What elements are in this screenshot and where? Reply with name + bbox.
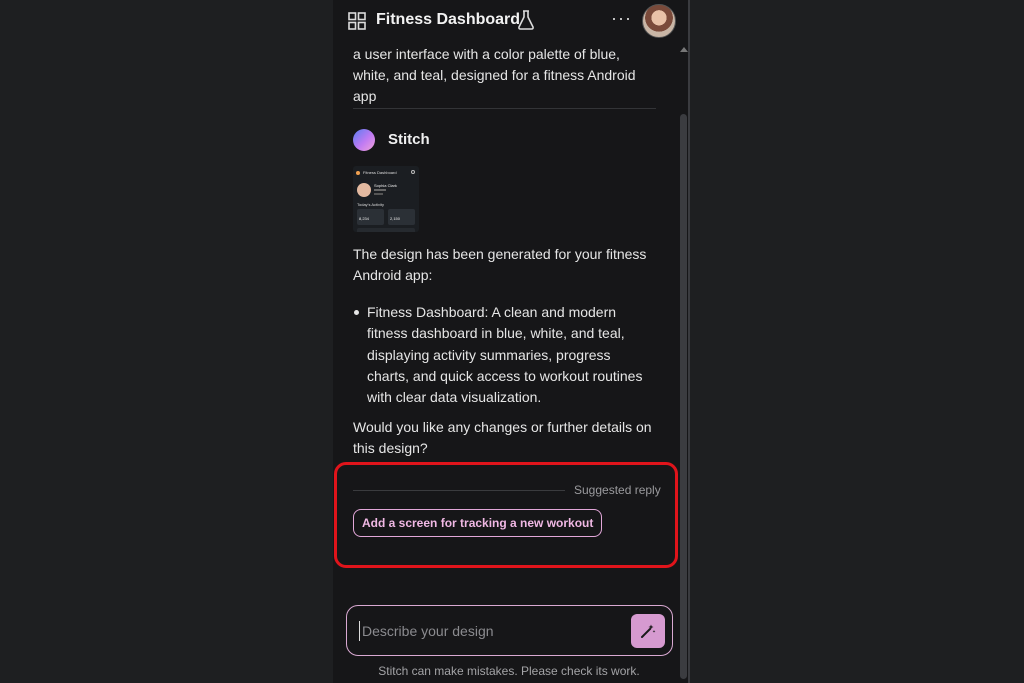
describe-design-input[interactable] xyxy=(359,621,622,641)
header-bar: Fitness Dashboard ··· xyxy=(333,0,690,42)
thumbnail-name: Sophia Clark xyxy=(374,183,397,188)
grid-icon[interactable] xyxy=(348,12,366,30)
bullet-list: Fitness Dashboard: A clean and modern fi… xyxy=(353,302,653,408)
thumbnail-subtitle-line xyxy=(374,189,386,191)
thumbnail-logo-icon xyxy=(356,171,360,175)
thumbnail-bottom-card xyxy=(357,228,415,232)
assistant-question: Would you like any changes or further de… xyxy=(353,419,652,456)
stitch-logo-icon xyxy=(353,129,375,151)
project-title: Fitness Dashboard xyxy=(376,11,521,28)
scrollbar-thumb[interactable] xyxy=(680,114,687,679)
assistant-intro: The design has been generated for your f… xyxy=(353,246,647,283)
highlight-annotation xyxy=(334,462,678,568)
panel-border xyxy=(688,0,690,683)
thumbnail-gear-icon xyxy=(411,170,415,174)
disclaimer-text: Stitch can make mistakes. Please check i… xyxy=(378,664,640,678)
user-message-text: a user interface with a color palette of… xyxy=(353,46,636,104)
list-item: Fitness Dashboard: A clean and modern fi… xyxy=(353,302,653,408)
scroll-up-arrow-icon[interactable] xyxy=(680,47,688,52)
avatar[interactable] xyxy=(642,4,676,38)
thumbnail-avatar xyxy=(357,183,371,197)
more-horizontal-icon[interactable]: ··· xyxy=(611,8,632,29)
prompt-composer[interactable] xyxy=(346,605,673,656)
thumbnail-title: Fitness Dashboard xyxy=(363,170,397,175)
design-thumbnail[interactable]: Fitness Dashboard Sophia Clark Today's A… xyxy=(353,166,419,232)
thumbnail-section: Today's Activity xyxy=(357,202,384,207)
thumbnail-value: 8,234 xyxy=(359,216,370,221)
flask-icon[interactable] xyxy=(517,10,535,30)
thumbnail-subtitle-line xyxy=(374,193,383,195)
thumbnail-value: 2,150 xyxy=(390,216,401,221)
assistant-name: Stitch xyxy=(388,131,430,148)
magic-wand-icon[interactable] xyxy=(631,614,665,648)
chat-panel: Fitness Dashboard ··· a user interface w… xyxy=(333,0,690,683)
message-divider xyxy=(353,108,656,109)
